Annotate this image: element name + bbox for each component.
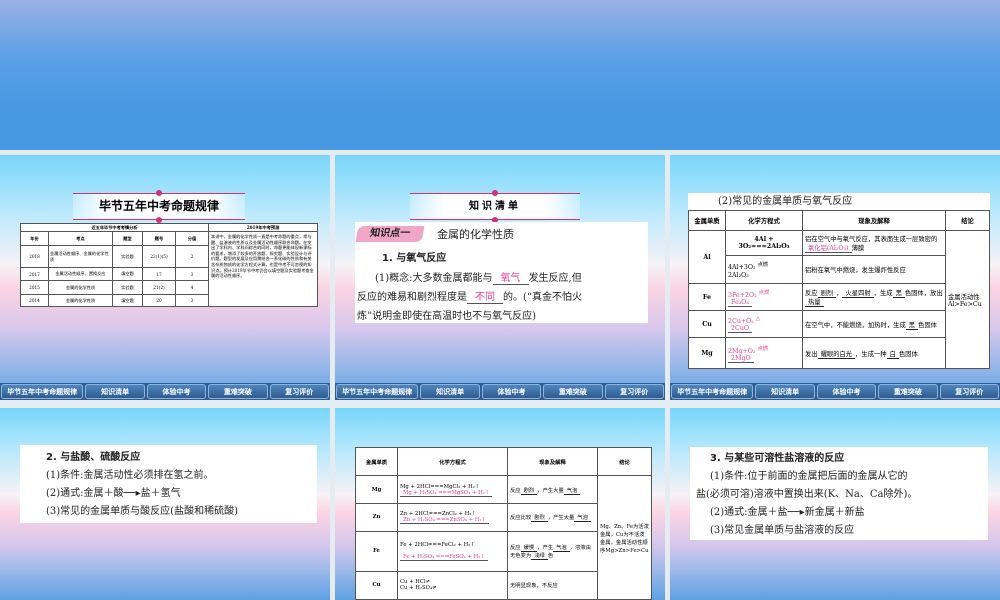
table-title: 近五年毕节中考考情分析 [20, 223, 209, 232]
slide-title: (2)常见的金属单质与氧气反应 [688, 193, 990, 210]
title-text: 毕节五年中考命题规律 [98, 199, 219, 213]
slide-knowledge-list[interactable]: 知识清单 知识点一 金属的化学性质 1. 与氧气反应 (1)概念:大多数金属都能… [335, 155, 665, 400]
sub-heading: 1. 与氧气反应 [382, 253, 447, 264]
slide-title: 知识清单 [410, 190, 580, 223]
paragraph-line: (1)概念:大多数金属都能与 氧气 发生反应,但 [375, 273, 582, 285]
paragraph-line: 反应的难易和剧烈程度是 不同 的。(“真金不怕火 [357, 292, 583, 304]
col-header: 题号 [142, 231, 176, 246]
nav-review[interactable]: 复习评价 [939, 384, 999, 399]
slide-oxygen-reactions[interactable]: (2)常见的金属单质与氧气反应 金属单质 化学方程式 现象及解释 结论 Al 4Al +… [670, 155, 1000, 400]
content-box: 3. 与某些可溶性盐溶液的反应 (1)条件:位于前面的金属把后面的金属从它的 盐… [690, 447, 988, 540]
nav-exam-rules[interactable]: 毕节五年中考命题规律 [671, 384, 754, 399]
table-row: 4Al+3O₂ 点燃 2Al₂O₃ 铝粉在氧气中燃烧，发生爆炸性反应 [689, 255, 990, 284]
table-row: Mg 2Mg+O₂ 点燃 2MgO 发出 耀眼的白光 ，生成一种白色固体 [688, 337, 990, 369]
section-heading: 3. 与某些可溶性盐溶液的反应 [710, 453, 845, 464]
slide-exam-rules[interactable]: 毕节五年中考命题规律 近五年毕节中考考情分析 2019年中考预测 年份 考点 题型 题号… [0, 155, 330, 400]
table-row: Fe 3Fe+2O₂ 点燃 Fe₃O₄ 反应 剧烈，火星四射 ，生成黑色固体，放出热量 [688, 283, 990, 311]
nav-experience-exam[interactable]: 体验中考 [816, 384, 877, 399]
exam-analysis-table: 近五年毕节中考考情分析 2019年中考预测 年份 考点 题型 题号 分值 本讲中，金属的化… [20, 223, 318, 307]
content-box: 知识点一 金属的化学性质 1. 与氧气反应 (1)概念:大多数金属都能与 氧气 发生… [355, 222, 648, 323]
nav-key-difficulties[interactable]: 重难突破 [208, 384, 268, 399]
nav-experience-exam[interactable]: 体验中考 [481, 384, 542, 399]
slide-title: 毕节五年中考命题规律 [73, 190, 245, 223]
prediction-text: 本讲中，金属的化学性质一直是中考命题的重点，常与酸、盐溶液的性质以及金属活动性顺… [208, 231, 318, 307]
fill-blank: 不同 [467, 292, 503, 304]
slide-nav: 毕节五年中考命题规律 知识清单 体验中考 重难突破 复习评价 [335, 383, 665, 400]
paragraph-line: (2)通式:金属＋盐──▸新金属＋新盐 [710, 507, 865, 518]
title-text: 知识清单 [469, 201, 521, 212]
table-row: Mg Mg + 2HCl===MgCl₂ + H₂↑ Mg + H₂SO₄ ===M… [355, 475, 652, 600]
nav-knowledge-list[interactable]: 知识清单 [420, 384, 480, 399]
nav-review[interactable]: 复习评价 [604, 384, 664, 399]
content-box: 2. 与盐酸、硫酸反应 (1)条件:金属活动性必须排在氢之前。 (2)通式:金属… [20, 445, 317, 523]
nav-exam-rules[interactable]: 毕节五年中考命题规律 [336, 384, 419, 399]
nav-review[interactable]: 复习评价 [269, 384, 329, 399]
paragraph-line: (1)条件:位于前面的金属把后面的金属从它的 [710, 471, 908, 482]
paragraph-line: 炼”说明金即使在高温时也不与氧气反应) [357, 311, 537, 322]
nav-key-difficulties[interactable]: 重难突破 [878, 384, 938, 399]
table-row: Al 4Al + 3O₂===2Al₂O₃ 铝在空气中与氧气反应，其表面生成一层致密… [688, 230, 990, 369]
table-row: Cu 2Cu+O₂ △ 2CuO 在空气中，不能燃烧，加热时，生成黑色固体 [688, 310, 990, 338]
paragraph-line: (3)常见的金属单质与酸反应(盐酸和稀硫酸) [46, 506, 238, 517]
nav-knowledge-list[interactable]: 知识清单 [85, 384, 145, 399]
slide-acid-table[interactable]: 金属单质 化学方程式 现象及解释 结论 Mg Mg + 2HCl===MgCl₂ + H… [335, 408, 665, 600]
paragraph-line: (3)常见金属单质与盐溶液的反应 [710, 525, 855, 536]
nav-knowledge-list[interactable]: 知识清单 [755, 384, 815, 399]
section-heading: 2. 与盐酸、硫酸反应 [46, 452, 141, 463]
oxygen-reaction-table: 金属单质 化学方程式 现象及解释 结论 Al 4Al + 3O₂===2Al₂O₃ 铝在空… [688, 210, 990, 369]
acid-reaction-table: 金属单质 化学方程式 现象及解释 结论 Mg Mg + 2HCl===MgCl₂ + H… [355, 446, 652, 600]
section-heading: 金属的化学性质 [437, 228, 514, 241]
col-header: 年份 [20, 231, 49, 246]
slide-salt-reactions[interactable]: 3. 与某些可溶性盐溶液的反应 (1)条件:位于前面的金属把后面的金属从它的 盐… [670, 408, 1000, 600]
paragraph-line: 盐(必须可溶)溶液中置换出来(K、Na、Ca除外)。 [696, 489, 918, 500]
nav-key-difficulties[interactable]: 重难突破 [543, 384, 603, 399]
col-header: 题型 [112, 231, 143, 246]
col-header: 分值 [175, 231, 209, 246]
nav-experience-exam[interactable]: 体验中考 [146, 384, 207, 399]
slide-nav: 毕节五年中考命题规律 知识清单 体验中考 重难突破 复习评价 [0, 383, 330, 400]
paragraph-line: (2)通式:金属＋酸──▸盐＋氢气 [46, 488, 181, 499]
slide-nav: 毕节五年中考命题规律 知识清单 体验中考 重难突破 复习评价 [670, 383, 1000, 400]
conclusion: 金属活动性 Al>Fe>Cu [945, 230, 990, 369]
paragraph-line: (1)条件:金属活动性必须排在氢之前。 [46, 470, 214, 481]
conclusion: Mg、Zn、Fe为活泼金属，Cu为不活泼金属，金属活动性顺序Mg>Zn>Fe>C… [597, 475, 652, 600]
knowledge-tag: 知识点一 [355, 226, 425, 242]
col-header: 考点 [48, 231, 113, 246]
fill-blank: 氧气 [492, 273, 529, 285]
top-background [0, 0, 1000, 150]
slide-acid-reactions[interactable]: 2. 与盐酸、硫酸反应 (1)条件:金属活动性必须排在氢之前。 (2)通式:金属… [0, 408, 330, 600]
nav-exam-rules[interactable]: 毕节五年中考命题规律 [1, 384, 84, 399]
prediction-title: 2019年中考预测 [208, 223, 318, 232]
